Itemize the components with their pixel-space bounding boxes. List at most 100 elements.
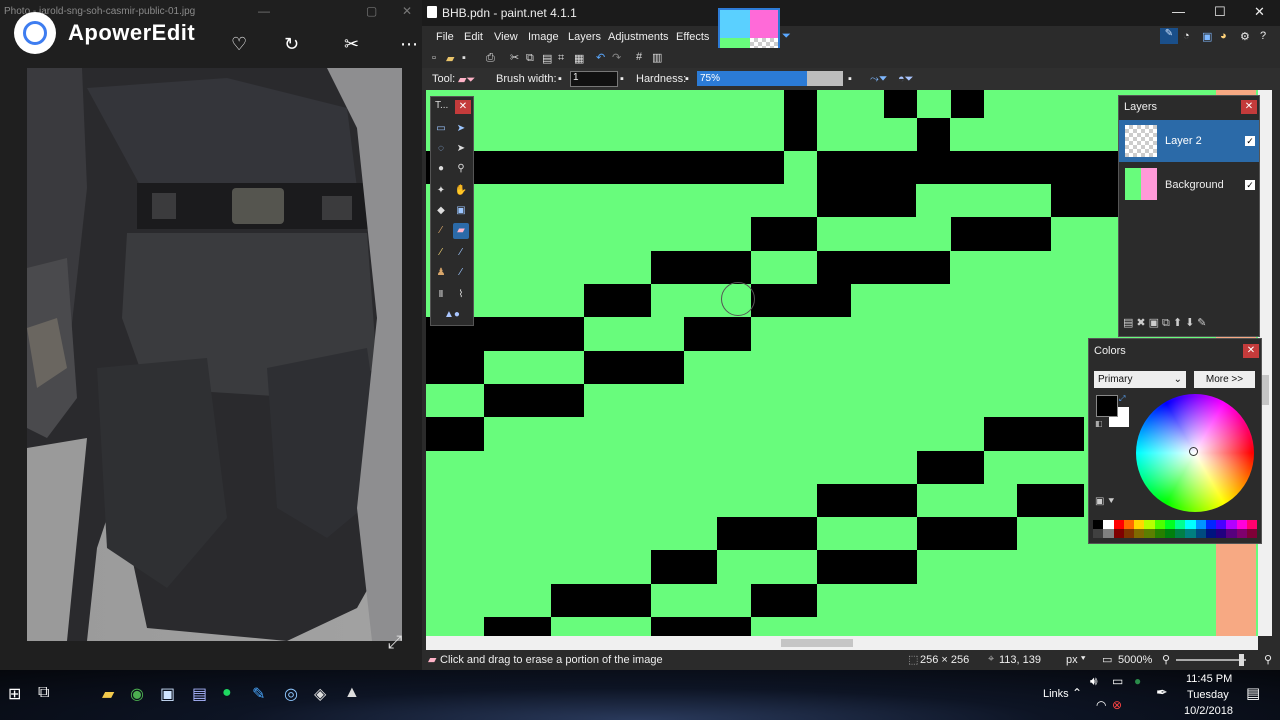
menu-layers[interactable]: Layers — [568, 31, 601, 43]
clock-day[interactable]: Tuesday — [1187, 689, 1229, 701]
chrome-icon[interactable]: ◉ — [130, 684, 144, 704]
wifi-icon[interactable]: ◠ — [1096, 698, 1106, 712]
colors-close-button[interactable]: ✕ — [1243, 344, 1259, 358]
pan-icon[interactable]: ✋ — [453, 183, 469, 199]
photos-icon[interactable]: ▲ — [344, 684, 360, 702]
expand-icon[interactable]: ⤢ — [388, 632, 402, 653]
file-explorer-icon[interactable]: ▰ — [102, 684, 114, 704]
color-palette[interactable] — [1093, 520, 1257, 538]
pen-app-icon[interactable]: ✎ — [252, 684, 265, 704]
color-mode-select[interactable]: Primary ⌄ — [1094, 371, 1186, 388]
tools-window-icon[interactable]: ✎ — [1160, 28, 1178, 44]
menu-adjustments[interactable]: Adjustments — [608, 31, 669, 43]
app-taskbar-icon[interactable]: ▤ — [192, 684, 207, 704]
zoom-in-icon[interactable]: ⚲ — [1264, 653, 1272, 666]
rectangle-select-icon[interactable]: ▭ — [433, 121, 449, 137]
viewer-minimize-button[interactable]: — — [258, 4, 270, 18]
history-window-icon[interactable]: ◔ — [1183, 30, 1190, 42]
redo-icon[interactable]: ↷ — [612, 51, 621, 64]
move-selected-icon[interactable]: ➤ — [453, 141, 469, 157]
print-icon[interactable]: ⎙ — [486, 52, 495, 65]
task-view-icon[interactable]: ⧉ — [38, 684, 49, 702]
viewer-maximize-button[interactable]: ▢ — [366, 4, 377, 18]
menu-file[interactable]: File — [436, 31, 454, 43]
save-icon[interactable]: ▪ — [462, 52, 466, 64]
maximize-button[interactable]: ☐ — [1214, 4, 1226, 20]
apoweredit-taskbar-icon[interactable]: ◎ — [284, 684, 298, 704]
swap-colors-icon[interactable]: ⤢ — [1119, 394, 1125, 404]
clone-stamp-icon[interactable]: ♟ — [433, 265, 449, 281]
move-selection-icon[interactable]: ➤ — [453, 121, 469, 137]
menu-effects[interactable]: Effects — [676, 31, 709, 43]
horizontal-scrollbar[interactable] — [426, 636, 1258, 650]
zoom-icon[interactable]: ⚲ — [453, 161, 469, 177]
blend-mode-icon[interactable]: ◓⏷ — [898, 73, 913, 86]
heart-icon[interactable]: ♡ — [231, 34, 247, 55]
hardness-slider-track[interactable] — [807, 71, 843, 86]
layers-window-icon[interactable]: ▣ — [1202, 30, 1212, 43]
gradient-icon[interactable]: ▣ — [453, 203, 469, 219]
ellipse-select-icon[interactable]: ● — [433, 161, 449, 177]
clock-time[interactable]: 11:45 PM — [1186, 673, 1232, 685]
paste-icon[interactable]: ▤ — [542, 52, 552, 65]
color-picker-icon[interactable]: ⁄ — [453, 245, 469, 261]
hardness-increase-button[interactable]: ▪ — [848, 73, 852, 85]
close-button[interactable]: ✕ — [1254, 4, 1265, 20]
paintnet-taskbar-icon[interactable]: ▣ — [160, 684, 175, 704]
zoom-slider-thumb[interactable] — [1239, 654, 1244, 666]
edit-tools-icon[interactable]: ✂ — [344, 34, 359, 55]
help-icon[interactable]: ? — [1260, 30, 1266, 42]
notification-badge-icon[interactable]: ⊗ — [1112, 698, 1122, 712]
antialiasing-icon[interactable]: ⤳⏷ — [870, 73, 888, 86]
more-colors-button[interactable]: More >> — [1194, 371, 1255, 388]
layers-close-button[interactable]: ✕ — [1241, 100, 1257, 114]
recolor-icon[interactable]: ⁄ — [453, 265, 469, 281]
hardness-decrease-button[interactable]: ▪ — [685, 73, 689, 85]
start-button[interactable]: ⊞ — [8, 684, 21, 704]
magic-wand-icon[interactable]: ✦ — [433, 183, 449, 199]
paintbrush-icon[interactable]: ⁄ — [433, 223, 449, 239]
grid-icon[interactable]: # — [636, 51, 642, 63]
menu-image[interactable]: Image — [528, 31, 559, 43]
layer-row-layer-2[interactable]: Layer 2 ✓ — [1119, 120, 1259, 162]
palette-options-icon[interactable]: ▣ ⯆ — [1095, 496, 1115, 507]
layer-actions-toolbar[interactable]: ▤✖▣⧉⬆⬇✎ — [1123, 316, 1210, 330]
undo-icon[interactable]: ↶ — [596, 51, 605, 64]
chevron-up-icon[interactable]: ⌃ — [1072, 686, 1082, 700]
lasso-icon[interactable]: ◌ — [433, 141, 449, 157]
clock-date[interactable]: 10/2/2018 — [1184, 705, 1233, 717]
brush-width-input[interactable]: 1 — [570, 71, 618, 87]
units-dropdown[interactable]: px — [1066, 654, 1078, 666]
zoom-slider[interactable] — [1176, 654, 1246, 666]
new-icon[interactable]: ▫ — [432, 52, 436, 64]
status-circle-icon[interactable]: ● — [1134, 674, 1141, 688]
volume-icon[interactable]: 🔊︎ — [1090, 674, 1098, 689]
reset-colors-icon[interactable]: ◧ — [1095, 419, 1103, 428]
layer-2-visibility-checkbox[interactable]: ✓ — [1245, 136, 1255, 146]
deselect-icon[interactable]: ▦ — [574, 52, 584, 65]
zoom-out-icon[interactable]: ⚲ — [1162, 653, 1170, 666]
vertical-scroll-thumb[interactable] — [1261, 375, 1269, 405]
tools-close-button[interactable]: ✕ — [455, 100, 471, 114]
primary-color-swatch[interactable] — [1096, 395, 1118, 417]
cut-icon[interactable]: ✂ — [510, 51, 519, 64]
viewer-close-button[interactable]: ✕ — [402, 4, 412, 18]
minimize-button[interactable]: — — [1172, 4, 1185, 19]
links-toolbar[interactable]: Links — [1043, 688, 1069, 700]
text-icon[interactable]: Ⅱ — [433, 287, 449, 303]
pencil-icon[interactable]: ⁄ — [433, 245, 449, 261]
settings-gear-icon[interactable]: ⚙ — [1240, 30, 1250, 43]
open-icon[interactable]: ▰ — [446, 52, 454, 65]
hardness-slider[interactable]: 75% — [697, 71, 807, 86]
pen-workspace-icon[interactable]: ✒ — [1156, 684, 1168, 701]
battery-icon[interactable]: ▭ — [1112, 674, 1123, 688]
eraser-icon[interactable]: ▰ — [453, 223, 469, 239]
shapes-icon[interactable]: ▲● — [437, 307, 467, 323]
colors-window-icon[interactable]: ◕ — [1220, 30, 1227, 42]
eraser-tool-icon[interactable]: ▰⏷ — [458, 73, 475, 87]
spotify-icon[interactable]: ● — [222, 684, 232, 702]
action-center-icon[interactable]: ▤ — [1246, 684, 1260, 702]
crop-icon[interactable]: ⌗ — [558, 52, 564, 65]
image-list-dropdown-icon[interactable]: ⏷ — [782, 30, 791, 43]
gamepad-icon[interactable]: ◈ — [314, 684, 326, 704]
